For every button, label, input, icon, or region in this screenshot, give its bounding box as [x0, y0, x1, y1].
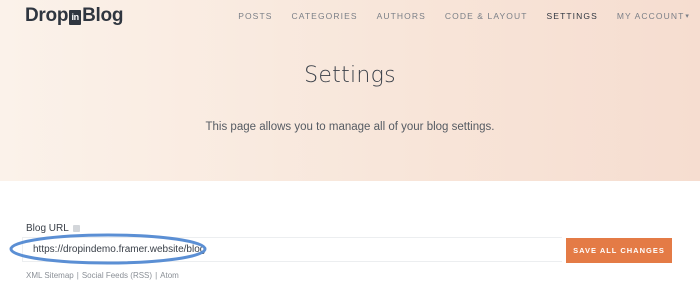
- logo-in-badge: in: [69, 9, 82, 25]
- page-subtitle: This page allows you to manage all of yo…: [205, 121, 495, 133]
- nav-posts[interactable]: POSTS: [238, 11, 272, 21]
- nav-my-account[interactable]: MY ACCOUNT▾: [617, 11, 690, 21]
- nav-authors[interactable]: AUTHORS: [377, 11, 426, 21]
- xml-sitemap-link[interactable]: XML Sitemap: [26, 271, 74, 280]
- info-icon[interactable]: [72, 225, 80, 232]
- feed-links: XML Sitemap | Social Feeds (RSS) | Atom: [26, 271, 179, 280]
- nav-settings[interactable]: SETTINGS: [547, 11, 598, 21]
- chevron-down-icon: ▾: [685, 13, 690, 20]
- link-separator: |: [76, 271, 79, 280]
- nav-my-account-label: MY ACCOUNT: [616, 11, 685, 21]
- page-title: Settings: [304, 63, 396, 88]
- link-separator: |: [155, 271, 158, 280]
- dropinblog-logo[interactable]: Drop in Blog: [25, 5, 123, 27]
- social-feeds-link[interactable]: Social Feeds (RSS): [82, 271, 152, 280]
- blog-url-label: Blog URL: [26, 223, 69, 234]
- save-all-changes-button[interactable]: SAVE ALL CHANGES: [566, 238, 672, 263]
- logo-text-blog: Blog: [82, 5, 124, 26]
- atom-link[interactable]: Atom: [160, 271, 179, 280]
- logo-text-drop: Drop: [25, 5, 69, 26]
- hero-header: [0, 0, 700, 181]
- main-nav: POSTS CATEGORIES AUTHORS CODE & LAYOUT S…: [219, 11, 690, 21]
- nav-categories[interactable]: CATEGORIES: [292, 11, 358, 21]
- blog-url-label-row: Blog URL: [26, 223, 80, 234]
- nav-code-layout[interactable]: CODE & LAYOUT: [445, 11, 528, 21]
- blog-url-input[interactable]: [22, 237, 562, 262]
